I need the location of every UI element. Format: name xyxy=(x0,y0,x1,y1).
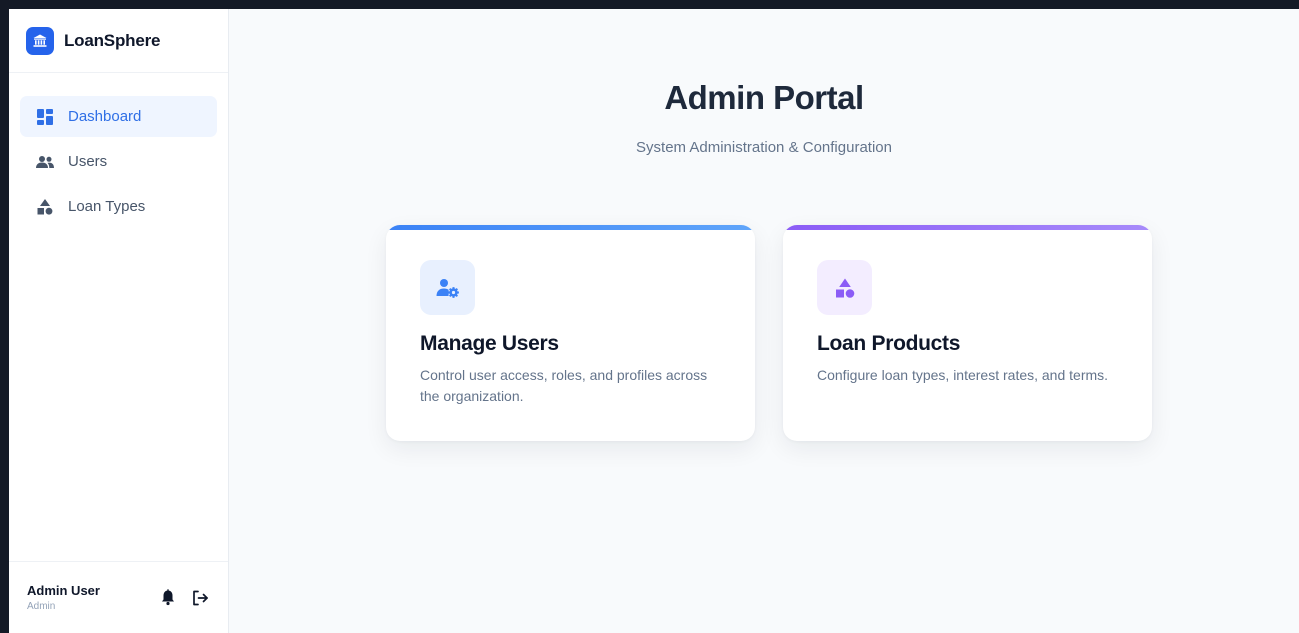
user-info: Admin User Admin xyxy=(27,583,147,612)
user-gear-icon xyxy=(420,260,475,315)
card-accent-bar xyxy=(386,225,755,230)
sidebar: LoanSphere Dashboard Users Loan Types Ad… xyxy=(9,9,229,633)
manage-users-card[interactable]: Manage Users Control user access, roles,… xyxy=(386,225,755,441)
logout-icon[interactable] xyxy=(189,587,211,609)
shapes-icon xyxy=(35,197,55,217)
loan-products-card[interactable]: Loan Products Configure loan types, inte… xyxy=(783,225,1152,441)
shapes-icon xyxy=(817,260,872,315)
page-title: Admin Portal xyxy=(664,79,864,116)
sidebar-item-loan-types[interactable]: Loan Types xyxy=(20,186,217,227)
card-title: Loan Products xyxy=(817,332,961,355)
card-description: Control user access, roles, and profiles… xyxy=(420,367,708,404)
dashboard-icon xyxy=(35,107,55,127)
user-role: Admin xyxy=(27,601,56,612)
brand[interactable]: LoanSphere xyxy=(9,9,228,73)
sidebar-footer: Admin User Admin xyxy=(9,561,228,633)
user-name: Admin User xyxy=(27,583,100,598)
sidebar-nav: Dashboard Users Loan Types xyxy=(9,73,228,227)
sidebar-item-label: Dashboard xyxy=(68,108,142,125)
brand-name: LoanSphere xyxy=(64,30,161,50)
bell-icon[interactable] xyxy=(157,587,179,609)
app-window: LoanSphere Dashboard Users Loan Types Ad… xyxy=(9,9,1299,633)
bank-icon xyxy=(26,26,54,55)
sidebar-item-users[interactable]: Users xyxy=(20,141,217,182)
card-title: Manage Users xyxy=(420,332,559,355)
sidebar-item-label: Loan Types xyxy=(68,198,146,215)
sidebar-item-dashboard[interactable]: Dashboard xyxy=(20,96,217,137)
main-content: Admin Portal System Administration & Con… xyxy=(229,9,1299,633)
sidebar-item-label: Users xyxy=(68,153,108,170)
page-subtitle: System Administration & Configuration xyxy=(636,139,892,156)
card-grid: Manage Users Control user access, roles,… xyxy=(386,225,1152,441)
users-icon xyxy=(35,152,55,172)
card-description: Configure loan types, interest rates, an… xyxy=(817,367,1109,383)
card-accent-bar xyxy=(783,225,1152,230)
